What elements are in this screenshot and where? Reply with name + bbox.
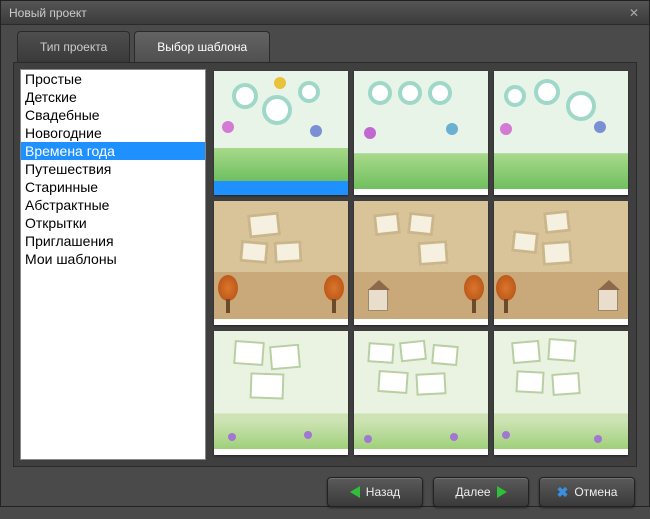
template-thumb[interactable]	[354, 71, 488, 195]
template-grid	[212, 69, 630, 457]
template-thumb[interactable]	[354, 201, 488, 325]
thumb-art	[494, 331, 628, 449]
thumb-art	[214, 201, 348, 319]
category-item[interactable]: Открытки	[21, 214, 205, 232]
button-label: Далее	[455, 485, 490, 499]
thumb-art	[354, 71, 488, 189]
category-item[interactable]: Свадебные	[21, 106, 205, 124]
category-item[interactable]: Новогодние	[21, 124, 205, 142]
tab-project-type[interactable]: Тип проекта	[17, 31, 130, 62]
template-thumb[interactable]	[494, 331, 628, 455]
thumb-art	[494, 71, 628, 189]
button-bar: Назад Далее ✖ Отмена	[1, 477, 649, 519]
tab-template-select[interactable]: Выбор шаблона	[134, 31, 270, 62]
tab-label: Тип проекта	[40, 40, 107, 54]
next-button[interactable]: Далее	[433, 477, 529, 507]
template-thumb[interactable]	[494, 201, 628, 325]
category-item[interactable]: Абстрактные	[21, 196, 205, 214]
close-icon: ✖	[557, 484, 569, 501]
category-list[interactable]: Простые Детские Свадебные Новогодние Вре…	[20, 69, 206, 460]
thumb-art	[354, 331, 488, 449]
button-label: Отмена	[574, 485, 617, 499]
category-item[interactable]: Времена года	[21, 142, 205, 160]
cancel-button[interactable]: ✖ Отмена	[539, 477, 635, 507]
thumb-art	[494, 201, 628, 319]
tab-bar: Тип проекта Выбор шаблона	[1, 25, 649, 62]
category-item[interactable]: Старинные	[21, 178, 205, 196]
arrow-right-icon	[497, 486, 507, 498]
category-item[interactable]: Детские	[21, 88, 205, 106]
thumb-art	[214, 331, 348, 449]
content-panel: Простые Детские Свадебные Новогодние Вре…	[13, 62, 637, 467]
close-icon[interactable]: ✕	[627, 6, 641, 20]
template-thumb[interactable]	[494, 71, 628, 195]
category-item[interactable]: Путешествия	[21, 160, 205, 178]
category-item[interactable]: Простые	[21, 70, 205, 88]
category-item[interactable]: Приглашения	[21, 232, 205, 250]
window-title: Новый проект	[9, 6, 87, 20]
thumb-art	[354, 201, 488, 319]
button-label: Назад	[366, 485, 400, 499]
thumb-art	[214, 71, 348, 181]
template-thumb[interactable]	[214, 201, 348, 325]
thumb-select-bar	[214, 181, 348, 195]
template-grid-wrap	[212, 69, 630, 460]
titlebar: Новый проект ✕	[1, 1, 649, 25]
template-thumb[interactable]	[214, 71, 348, 195]
tab-label: Выбор шаблона	[157, 40, 247, 54]
template-thumb[interactable]	[214, 331, 348, 455]
template-thumb[interactable]	[354, 331, 488, 455]
category-item[interactable]: Мои шаблоны	[21, 250, 205, 268]
back-button[interactable]: Назад	[327, 477, 423, 507]
arrow-left-icon	[350, 486, 360, 498]
